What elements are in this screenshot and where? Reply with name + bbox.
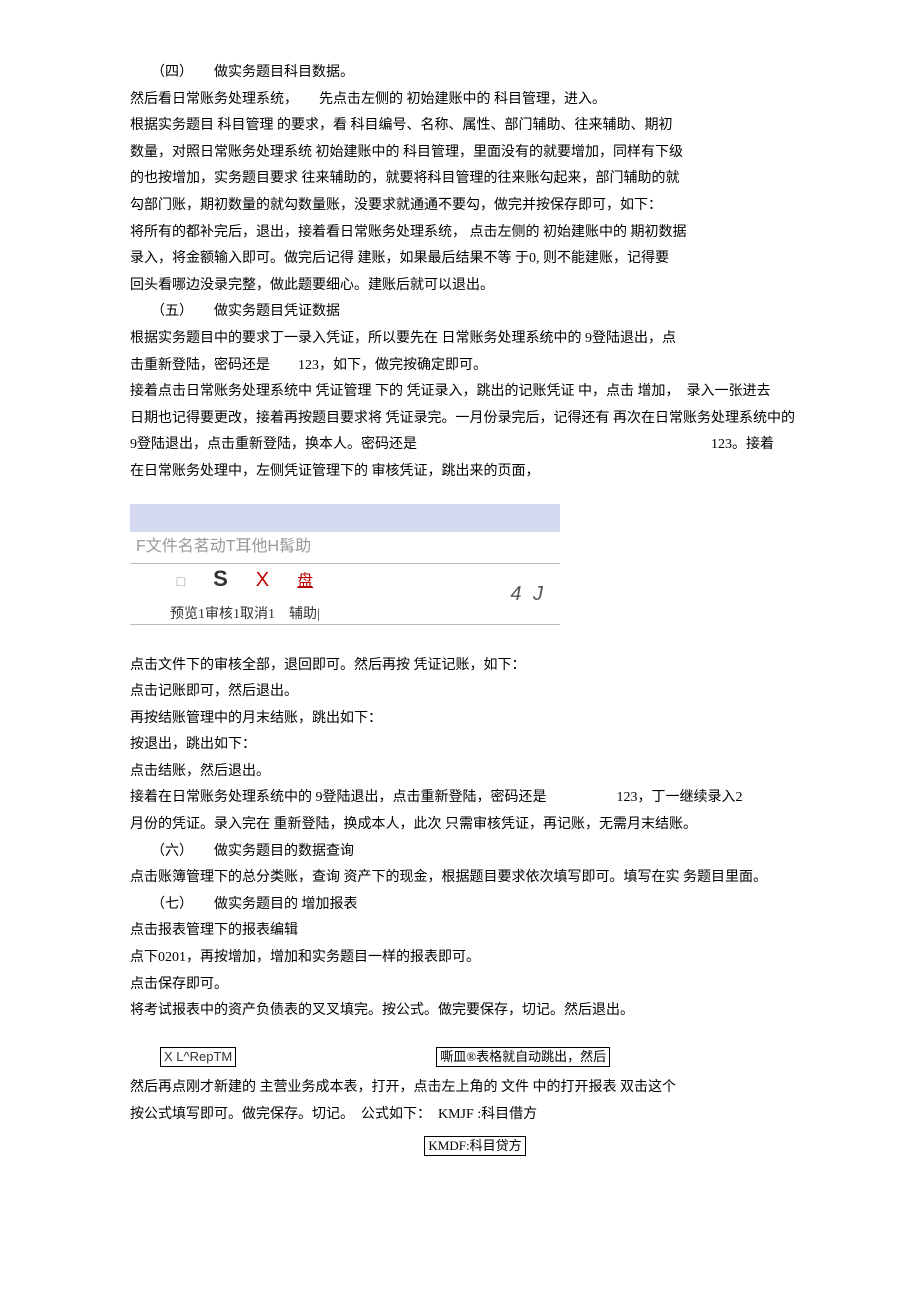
square-icon: □: [177, 568, 185, 595]
section7-p2: 点下0201，再按增加，增加和实务题目一样的报表即可。: [130, 945, 820, 972]
ui-right-j: 4 J: [510, 575, 546, 613]
afterui-p2: 点击记账即可，然后退出。: [130, 679, 820, 706]
section7-p4: 将考试报表中的资产负债表的叉叉填完。按公式。做完要保存，切记。然后退出。: [130, 998, 820, 1025]
section5-p2: 击重新登陆，密码还是 123，如下，做完按确定即可。: [130, 353, 820, 380]
section6-heading: （六） 做实务题目的数据查询: [130, 839, 820, 866]
section4-p6: 将所有的都补完后，退出，接着看日常账务处理系统， 点击左侧的 初始建账中的 期初…: [130, 220, 820, 247]
ui-glyph-row: □ S X 盘: [177, 558, 314, 600]
section6-p1: 点击账簿管理下的总分类账，查询 资产下的现金，根据题目要求依次填写即可。填写在实…: [130, 865, 820, 892]
pan-glyph: 盘: [297, 567, 313, 597]
section4-p4: 的也按增加，实务题目要求 往来辅助的，就要将科目管理的往来账勾起来，部门辅助的就: [130, 166, 820, 193]
ui-toolbar: □ S X 盘 预览1审核1取消1 辅助| 4 J: [130, 564, 560, 625]
section7-p3: 点击保存即可。: [130, 972, 820, 999]
box-left: X L^RepTM: [160, 1047, 236, 1067]
section4-p1: 然后看日常账务处理系统， 先点击左侧的 初始建账中的 科目管理，进入。: [130, 87, 820, 114]
section4-p7: 录入，将金额输入即可。做完后记得 建账，如果最后结果不等 于0, 则不能建账，记…: [130, 246, 820, 273]
section4-p5: 勾部门账，期初数量的就勾数量账，没要求就通通不要勾，做完并按保存即可，如下：: [130, 193, 820, 220]
tail-p3-wrap: KMDF:科目贷方: [130, 1134, 820, 1161]
screenshot-ui-panel: F文件名茗动T耳他H髯助 □ S X 盘 预览1审核1取消1 辅助| 4 J: [130, 504, 560, 625]
section5-p1: 根据实务题目中的要求丁一录入凭证，所以要先在 日常账务处理系统中的 9登陆退出，…: [130, 326, 820, 353]
ui-labels: 预览1审核1取消1 辅助|: [170, 602, 320, 629]
section4-p8: 回头看哪边没录完整，做此题要细心。建账后就可以退出。: [130, 273, 820, 300]
s-glyph: S: [213, 558, 228, 600]
tail-p2: 按公式填写即可。做完保存。切记。 公式如下： KMJF :科目借方: [130, 1102, 820, 1129]
section5-p4: 日期也记得要更改，接着再按题目要求将 凭证录完。一月份录完后，记得还有 再次在日…: [130, 406, 820, 433]
section4-p2: 根据实务题目 科目管理 的要求，看 科目编号、名称、属性、部门辅助、往来辅助、期…: [130, 113, 820, 140]
x-glyph: X: [256, 561, 269, 599]
box-right: 嘶皿®表格就自动跳出，然后: [436, 1047, 610, 1067]
afterui-p6: 接着在日常账务处理系统中的 9登陆退出，点击重新登陆，密码还是 123，丁一继续…: [130, 785, 820, 812]
section5-p5: 9登陆退出，点击重新登陆，换本人。密码还是 123。接着: [130, 432, 820, 459]
afterui-p3: 再按结账管理中的月末结账，跳出如下：: [130, 706, 820, 733]
tail-p1: 然后再点刚才新建的 主营业务成本表，打开，点击左上角的 文件 中的打开报表 双击…: [130, 1075, 820, 1102]
afterui-p7: 月份的凭证。录入完在 重新登陆，换成本人，此次 只需审核凭证，再记账，无需月末结…: [130, 812, 820, 839]
section5-heading: （五） 做实务题目凭证数据: [130, 299, 820, 326]
section7-p1: 点击报表管理下的报表编辑: [130, 918, 820, 945]
ui-tool-group: □ S X 盘 预览1审核1取消1 辅助|: [170, 558, 320, 628]
section4-heading: （四） 做实务题目科目数据。: [130, 60, 820, 87]
section5-p3: 接着点击日常账务处理系统中 凭证管理 下的 凭证录入，跳出的记账凭证 中，点击 …: [130, 379, 820, 406]
kmdf-box: KMDF:科目贷方: [424, 1136, 525, 1156]
ui-title-bar: [130, 504, 560, 532]
inline-box-row: X L^RepTM 嘶皿®表格就自动跳出，然后: [160, 1047, 820, 1067]
section7-heading: （七） 做实务题目的 增加报表: [130, 892, 820, 919]
afterui-p4: 按退出，跳出如下：: [130, 732, 820, 759]
section4-p3: 数量，对照日常账务处理系统 初始建账中的 科目管理，里面没有的就要增加，同样有下…: [130, 140, 820, 167]
section5-p6: 在日常账务处理中，左侧凭证管理下的 审核凭证，跳出来的页面，: [130, 459, 820, 486]
afterui-p1: 点击文件下的审核全部，退回即可。然后再按 凭证记账，如下：: [130, 653, 820, 680]
afterui-p5: 点击结账，然后退出。: [130, 759, 820, 786]
